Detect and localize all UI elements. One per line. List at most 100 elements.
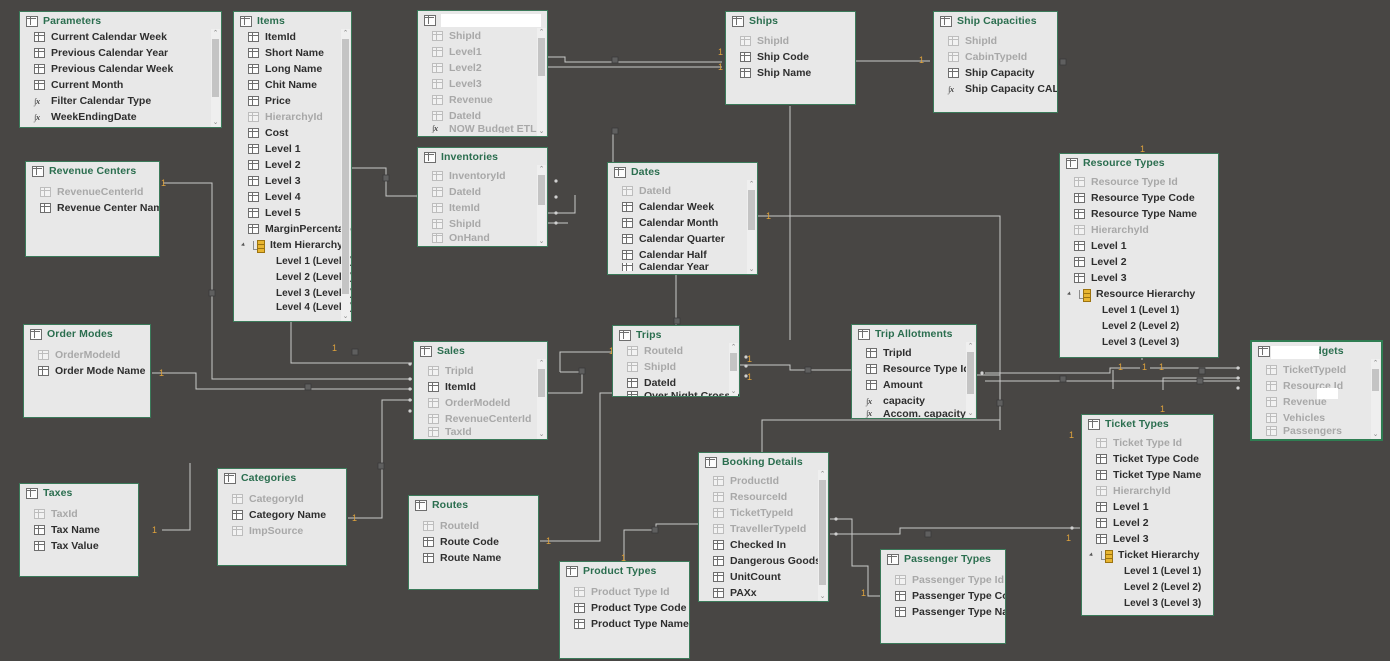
table-header[interactable]: Taxes [20, 484, 138, 501]
field-row[interactable]: Current Calendar Week [20, 29, 221, 45]
field-row[interactable]: HierarchyId [234, 109, 351, 125]
table-header[interactable]: Trips [613, 326, 739, 343]
field-row[interactable]: CategoryId [218, 491, 346, 507]
table-card-trips[interactable]: Trips RouteId ShipId DateId Over Night C… [612, 325, 740, 397]
scrollbar[interactable]: ⌃ ⌄ [537, 359, 546, 439]
table-header[interactable]: Inventories [418, 148, 547, 165]
field-row[interactable]: Resource Type Id [852, 361, 976, 377]
table-header[interactable]: Ticket Types [1082, 415, 1213, 432]
field-row[interactable]: Route Code [409, 534, 538, 550]
field-row[interactable]: Ticket Type Name [1082, 467, 1213, 483]
field-row[interactable]: ShipId [934, 33, 1057, 49]
field-row[interactable]: Level 3 [234, 173, 351, 189]
field-row[interactable]: OrderModeId [414, 395, 547, 411]
field-row[interactable]: Passengers [1252, 426, 1381, 436]
field-row-level[interactable]: Level 1 (Level 1) [1060, 302, 1218, 318]
field-row[interactable]: OrderModeId [24, 347, 150, 363]
field-row[interactable]: RevenueCenterId [26, 184, 159, 200]
field-row-level[interactable]: Level 2 (Level 2) [1060, 318, 1218, 334]
chevron-down-icon[interactable]: ⌄ [341, 312, 350, 321]
chevron-down-icon[interactable]: ⌄ [966, 409, 975, 418]
field-row[interactable]: Passenger Type Code [881, 588, 1005, 604]
table-rename-input[interactable] [441, 13, 541, 27]
field-row[interactable]: Calendar Year [608, 263, 757, 271]
field-row[interactable]: Passenger Type Name [881, 604, 1005, 620]
field-row[interactable]: Level1 [418, 44, 547, 60]
field-row[interactable]: Level 2 [234, 157, 351, 173]
field-row[interactable]: Level 5 [234, 205, 351, 221]
field-row[interactable]: RouteId [409, 518, 538, 534]
field-row[interactable]: ItemId [234, 29, 351, 45]
field-row[interactable]: Level 1 [1060, 238, 1218, 254]
table-card-product-types[interactable]: Product Types Product Type Id Product Ty… [559, 561, 690, 659]
field-row[interactable]: Resource Type Code [1060, 190, 1218, 206]
field-row-level[interactable]: Level 2 (Level 2) [1082, 579, 1213, 595]
table-card-sales[interactable]: Sales TripId ItemId OrderModeId RevenueC… [413, 341, 548, 440]
chevron-up-icon[interactable]: ⌃ [1371, 359, 1380, 368]
field-row[interactable]: TravellerTypeId [699, 521, 828, 537]
table-card-taxes[interactable]: Taxes TaxId Tax Name Tax Value [19, 483, 139, 577]
field-row[interactable]: TaxId [20, 506, 138, 522]
field-row-hierarchy[interactable]: Resource Hierarchy [1060, 286, 1218, 302]
scrollbar-thumb[interactable] [1372, 369, 1379, 391]
field-row[interactable]: Level 2 [1082, 515, 1213, 531]
table-header[interactable]: Order Modes [24, 325, 150, 342]
scrollbar-thumb[interactable] [342, 39, 349, 294]
field-row[interactable]: Resource Type Id [1060, 174, 1218, 190]
field-row[interactable]: TaxId [414, 427, 547, 437]
chevron-up-icon[interactable]: ⌃ [341, 29, 350, 38]
field-row-level[interactable]: Level 1 (Level 1) [1082, 563, 1213, 579]
field-row[interactable]: ShipId [726, 33, 855, 49]
scrollbar[interactable]: ⌃ ⌄ [341, 29, 350, 321]
field-row[interactable]: Category Name [218, 507, 346, 523]
field-row[interactable]: Revenue Center Name [26, 200, 159, 216]
field-row[interactable]: Calendar Quarter [608, 231, 757, 247]
scrollbar[interactable]: ⌃ ⌄ [537, 165, 546, 246]
field-row[interactable]: Calendar Month [608, 215, 757, 231]
chevron-down-icon[interactable]: ⌄ [818, 592, 827, 601]
field-row[interactable]: InventoryId [418, 168, 547, 184]
chevron-up-icon[interactable]: ⌃ [537, 359, 546, 368]
chevron-down-icon[interactable]: ⌄ [1371, 430, 1380, 439]
scrollbar-thumb[interactable] [538, 38, 545, 76]
field-row[interactable]: TicketTypeId [1252, 362, 1381, 378]
chevron-down-icon[interactable]: ⌄ [537, 127, 546, 136]
chevron-up-icon[interactable]: ⌃ [537, 28, 546, 37]
field-row[interactable]: Ticket Type Id [1082, 435, 1213, 451]
scrollbar-thumb[interactable] [538, 369, 545, 397]
scrollbar-thumb[interactable] [730, 353, 737, 371]
field-row[interactable]: Checked In [699, 537, 828, 553]
field-row[interactable]: ShipId [613, 359, 739, 375]
field-row[interactable]: CabinTypeId [934, 49, 1057, 65]
scrollbar[interactable]: ⌃ ⌄ [537, 28, 546, 136]
field-row[interactable]: ∫x Accom. capacity [852, 409, 976, 418]
table-card-routes[interactable]: Routes RouteId Route Code Route Name [408, 495, 539, 590]
field-row[interactable]: Current Month [20, 77, 221, 93]
field-row[interactable]: Long Name [234, 61, 351, 77]
chevron-up-icon[interactable]: ⌃ [537, 165, 546, 174]
field-row-level[interactable]: Level 3 (Level 3) [234, 285, 351, 301]
table-header[interactable] [418, 11, 547, 28]
field-row[interactable]: Tax Value [20, 538, 138, 554]
field-row[interactable]: ∫x Ship Capacity CALC [934, 81, 1057, 97]
field-row[interactable]: ImpSource [218, 523, 346, 539]
field-row-level[interactable]: Level 1 (Level 1) [234, 253, 351, 269]
scrollbar[interactable]: ⌃ ⌄ [211, 29, 220, 127]
field-row[interactable]: Product Type Code [560, 600, 689, 616]
field-row-level[interactable]: Level 2 (Level 2) [234, 269, 351, 285]
table-header[interactable]: Dates [608, 163, 757, 180]
table-card-revenue-centers[interactable]: Revenue Centers RevenueCenterId Revenue … [25, 161, 160, 257]
field-row[interactable]: Calendar Week [608, 199, 757, 215]
scrollbar[interactable]: ⌃ ⌄ [1371, 359, 1380, 439]
table-card-ticket-types[interactable]: Ticket Types Ticket Type Id Ticket Type … [1081, 414, 1214, 616]
table-header[interactable]: Categories [218, 469, 346, 486]
field-row[interactable]: RouteId [613, 343, 739, 359]
expand-triangle-icon[interactable] [1067, 291, 1072, 297]
table-card-items[interactable]: Items ItemId Short Name Long Name Chit N… [233, 11, 352, 322]
expand-triangle-icon[interactable] [241, 242, 246, 248]
field-row[interactable]: MarginPercentage [234, 221, 351, 237]
table-header[interactable]: Routes [409, 496, 538, 513]
field-row[interactable]: TicketTypeId [699, 505, 828, 521]
field-row-level[interactable]: Level 3 (Level 3) [1082, 595, 1213, 611]
field-row[interactable]: Level 1 [234, 141, 351, 157]
